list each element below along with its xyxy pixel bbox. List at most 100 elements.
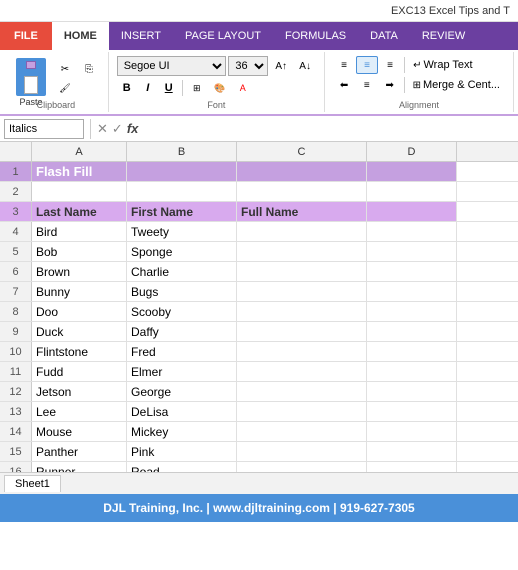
sheet-tab-1[interactable]: Sheet1 [4,475,61,492]
cell[interactable]: Runner [32,462,127,472]
cell[interactable]: Bird [32,222,127,241]
font-size-select[interactable]: 36 [228,56,268,76]
cell[interactable]: Fred [127,342,237,361]
cut-button[interactable]: ✂ [54,60,76,78]
tab-page-layout[interactable]: PAGE LAYOUT [173,22,273,50]
cell[interactable]: Fudd [32,362,127,381]
cell[interactable] [367,322,457,341]
cell[interactable] [367,202,457,221]
cell[interactable] [237,442,367,461]
table-row[interactable]: 13LeeDeLisa [0,402,518,422]
cell[interactable] [237,382,367,401]
cell[interactable] [367,362,457,381]
cell[interactable] [367,182,457,201]
cell[interactable] [127,182,237,201]
align-top-left-button[interactable]: ≡ [333,56,355,74]
cell[interactable] [237,302,367,321]
cell[interactable]: Flintstone [32,342,127,361]
align-right-button[interactable]: ➡ [379,76,401,94]
cell[interactable]: Road [127,462,237,472]
table-row[interactable]: 1Flash Fill [0,162,518,182]
cell[interactable]: Bob [32,242,127,261]
formula-input[interactable] [142,119,514,139]
cell[interactable] [237,182,367,201]
name-box[interactable] [4,119,84,139]
cancel-icon[interactable]: ✕ [97,121,108,137]
cell[interactable] [237,422,367,441]
cell[interactable] [237,242,367,261]
cell[interactable]: DeLisa [127,402,237,421]
cell[interactable] [367,382,457,401]
fx-icon[interactable]: fx [127,121,139,136]
align-top-center-button[interactable]: ≡ [356,56,378,74]
cell[interactable]: Charlie [127,262,237,281]
merge-center-button[interactable]: ⊞ Merge & Cent... [408,76,505,94]
table-row[interactable]: 4BirdTweety [0,222,518,242]
cell[interactable] [237,262,367,281]
table-row[interactable]: 11FuddElmer [0,362,518,382]
cell[interactable] [367,342,457,361]
align-left-button[interactable]: ⬅ [333,76,355,94]
cell[interactable]: Pink [127,442,237,461]
cell[interactable]: Flash Fill [32,162,127,181]
table-row[interactable]: 10FlintstoneFred [0,342,518,362]
cell[interactable]: George [127,382,237,401]
cell[interactable] [237,462,367,472]
table-row[interactable]: 7BunnyBugs [0,282,518,302]
cell[interactable]: Last Name [32,202,127,221]
cell[interactable]: Tweety [127,222,237,241]
cell[interactable]: First Name [127,202,237,221]
align-top-right-button[interactable]: ≡ [379,56,401,74]
font-name-select[interactable]: Segoe UI [117,56,227,76]
tab-data[interactable]: DATA [358,22,410,50]
cell[interactable]: Elmer [127,362,237,381]
underline-button[interactable]: U [159,78,179,98]
tab-file[interactable]: FILE [0,22,52,50]
cell[interactable]: Jetson [32,382,127,401]
tab-home[interactable]: HOME [52,22,109,50]
cell[interactable] [367,222,457,241]
cell[interactable]: Full Name [237,202,367,221]
cell[interactable] [367,402,457,421]
italic-button[interactable]: I [138,78,158,98]
decrease-font-button[interactable]: A↓ [294,57,316,75]
tab-review[interactable]: REVIEW [410,22,477,50]
tab-insert[interactable]: INSERT [109,22,173,50]
fill-color-button[interactable]: 🎨 [209,79,231,97]
cell[interactable]: Mouse [32,422,127,441]
cell[interactable]: Lee [32,402,127,421]
table-row[interactable]: 14MouseMickey [0,422,518,442]
table-row[interactable]: 12JetsonGeorge [0,382,518,402]
cell[interactable] [127,162,237,181]
table-row[interactable]: 3Last NameFirst NameFull Name [0,202,518,222]
cell[interactable] [367,302,457,321]
cell[interactable] [367,242,457,261]
tab-formulas[interactable]: FORMULAS [273,22,358,50]
font-color-button[interactable]: A [232,79,254,97]
cell[interactable]: Brown [32,262,127,281]
confirm-icon[interactable]: ✓ [112,121,123,137]
cell[interactable]: Duck [32,322,127,341]
table-row[interactable]: 6BrownCharlie [0,262,518,282]
cell[interactable] [237,162,367,181]
cell[interactable] [367,262,457,281]
bold-button[interactable]: B [117,78,137,98]
cell[interactable] [367,422,457,441]
table-row[interactable]: 2 [0,182,518,202]
cell[interactable]: Panther [32,442,127,461]
table-row[interactable]: 9DuckDaffy [0,322,518,342]
cell[interactable] [237,282,367,301]
cell[interactable] [367,442,457,461]
cell[interactable] [237,322,367,341]
cell[interactable] [367,462,457,472]
table-row[interactable]: 16RunnerRoad [0,462,518,472]
copy-button[interactable]: ⎘ [78,60,100,78]
border-button[interactable]: ⊞ [186,79,208,97]
cell[interactable] [32,182,127,201]
cell[interactable]: Sponge [127,242,237,261]
cell[interactable]: Scooby [127,302,237,321]
cell[interactable] [367,162,457,181]
cell[interactable]: Bunny [32,282,127,301]
format-painter-button[interactable]: 🖌 [54,79,76,97]
cell[interactable]: Bugs [127,282,237,301]
